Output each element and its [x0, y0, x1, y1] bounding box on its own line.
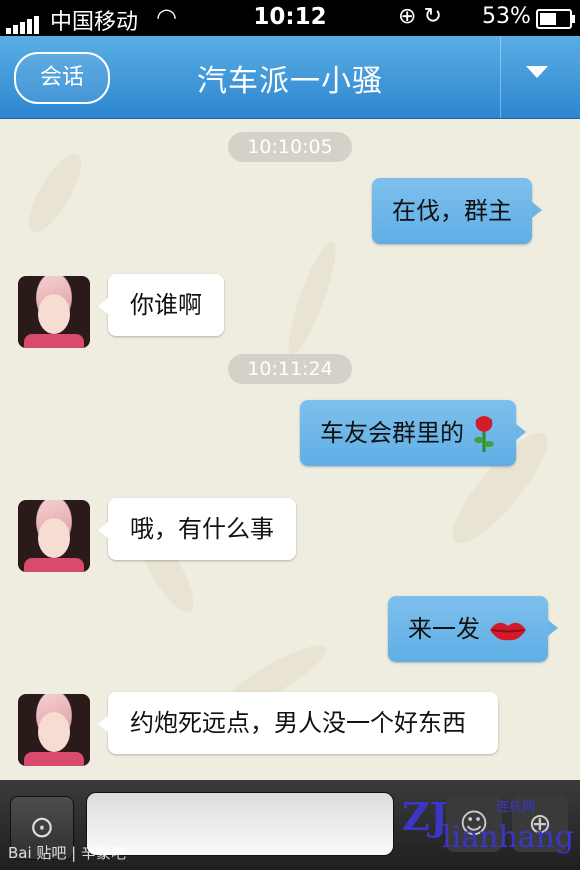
background-leaf [19, 146, 91, 240]
nav-divider [500, 36, 501, 118]
message-text: 在伐，群主 [392, 197, 512, 225]
lips-icon [489, 622, 526, 641]
message-text: 你谁啊 [130, 291, 202, 319]
message-text: 约炮死远点，男人没一个好东西 [130, 709, 466, 737]
message-input[interactable] [86, 792, 394, 856]
avatar[interactable] [18, 276, 90, 348]
battery-icon [536, 9, 575, 29]
avatar[interactable] [18, 694, 90, 766]
sent-message-3[interactable]: 来一发 [388, 596, 558, 662]
battery-percent: 53% [482, 4, 531, 29]
received-message-3[interactable]: 约炮死远点，男人没一个好东西 [98, 692, 498, 754]
background-leaf [280, 237, 344, 359]
received-message-2[interactable]: 哦，有什么事 [98, 498, 296, 560]
status-bar: 中国移动 ◠ 10:12 ⊕ ↻ 53% [0, 0, 580, 36]
chat-title: 汽车派一小骚 [197, 64, 383, 99]
rose-icon [473, 416, 494, 452]
zj-logo-text: ZJ [402, 794, 448, 839]
message-text: 来一发 [408, 615, 480, 643]
zj-sub-text: lianhang [442, 820, 575, 855]
back-button[interactable]: 会话 [14, 52, 110, 104]
chat-area[interactable]: 10:10:05 在伐，群主 你谁啊 10:11:24 车友会群里的 哦，有什么… [0, 118, 580, 780]
baidu-watermark: Bai 贴吧 | 辛蒙吧 [8, 844, 127, 862]
message-text: 车友会群里的 [320, 419, 464, 447]
rotation-lock-icon: ↻ [423, 4, 442, 29]
location-icon: ⊕ [398, 4, 417, 29]
chevron-down-icon[interactable] [526, 66, 548, 78]
received-message-1[interactable]: 你谁啊 [98, 274, 224, 336]
zj-cn-text: 连杭网 [496, 800, 536, 815]
avatar[interactable] [18, 500, 90, 572]
zj-watermark: ZJ lianhang 连杭网 [396, 790, 574, 860]
message-text: 哦，有什么事 [130, 515, 274, 543]
sent-message-1[interactable]: 在伐，群主 [372, 178, 542, 244]
sent-message-2[interactable]: 车友会群里的 [300, 400, 526, 466]
timestamp-1: 10:10:05 [228, 132, 352, 162]
navigation-bar: 会话 汽车派一小骚 [0, 36, 580, 119]
status-icons: ⊕ ↻ [398, 4, 442, 29]
timestamp-2: 10:11:24 [228, 354, 352, 384]
